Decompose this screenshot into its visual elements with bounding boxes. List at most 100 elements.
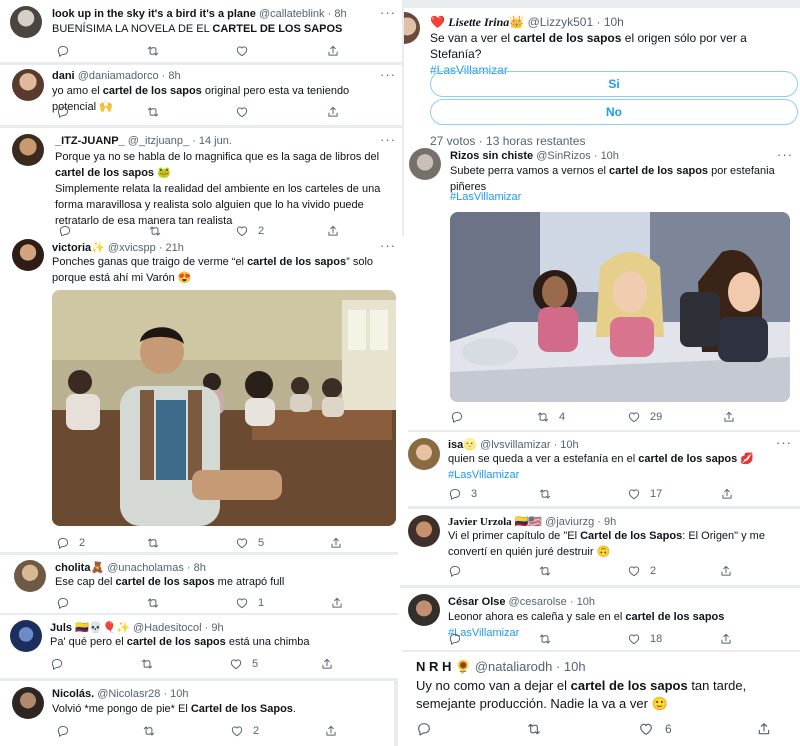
retweet-button[interactable] [146,43,169,59]
like-button[interactable]: 6 [638,721,672,737]
author-name[interactable]: cholita [55,562,90,574]
tweet-card[interactable]: Nicolás. @Nicolasr28 · 10h Volvió *me po… [0,681,394,746]
avatar[interactable] [10,6,42,38]
more-icon[interactable]: ··· [776,435,792,450]
reply-button[interactable] [56,104,79,120]
avatar[interactable] [12,69,44,101]
poll-option-si[interactable]: Si [430,71,798,97]
retweet-button[interactable] [538,563,561,579]
avatar[interactable] [12,134,44,166]
hashtag-link[interactable]: #LasVillamizar [448,469,519,481]
tweet-card[interactable]: look up in the sky it's a bird it's a pl… [0,0,402,62]
share-button[interactable] [722,409,745,425]
like-button[interactable]: 5 [229,656,258,672]
tweet-card[interactable]: isa🌝 @lvsvillamizar · 10h ··· quien se q… [398,432,800,506]
author-name[interactable]: Lisette Irina [448,15,509,29]
more-icon[interactable]: ··· [380,5,396,20]
avatar[interactable] [409,148,441,180]
tweet-image[interactable] [52,290,396,526]
retweet-button[interactable] [146,104,169,120]
author-handle[interactable]: @unacholamas [107,562,184,574]
tweet-time[interactable]: 10h [604,15,624,29]
author-name[interactable]: Rizos sin chiste [450,150,533,162]
tweet-time[interactable]: 10h [170,688,188,700]
tweet-time[interactable]: 8h [194,562,206,574]
author-name[interactable]: Javier Urzola [448,516,512,528]
retweet-button[interactable] [526,721,553,737]
tweet-card[interactable]: Rizos sin chiste @SinRizos · 10h ··· Sub… [404,146,800,430]
author-handle[interactable]: @SinRizos [536,150,591,162]
author-handle[interactable]: @daniamadorco [78,70,159,82]
share-button[interactable] [330,595,353,611]
retweet-button[interactable]: 4 [536,409,565,425]
more-icon[interactable]: ··· [380,238,396,253]
tweet-time[interactable]: 10h [560,439,578,451]
share-button[interactable] [326,43,349,59]
share-button[interactable] [324,723,347,739]
avatar[interactable] [408,438,440,470]
retweet-button[interactable] [142,723,165,739]
tweet-card[interactable]: César Olse @cesarolse · 10h Leonor ahora… [398,588,800,650]
retweet-button[interactable] [146,595,169,611]
author-handle[interactable]: @xvicspp [108,242,156,254]
author-handle[interactable]: @cesarolse [509,596,567,608]
like-button[interactable]: 17 [627,486,662,502]
tweet-time[interactable]: 10h [564,659,586,674]
more-icon[interactable]: ··· [777,147,793,162]
tweet-time[interactable]: 9h [604,516,616,528]
poll-tweet-card[interactable]: ❤️ Lisette Irina👑 @Lizzyk501 · 10h Se va… [404,8,800,146]
author-name[interactable]: victoria [52,242,91,254]
like-button[interactable]: 2 [230,723,259,739]
avatar[interactable] [404,12,420,44]
reply-button[interactable] [56,595,79,611]
share-button[interactable] [326,104,349,120]
tweet-card[interactable]: Javier Urzola 🇨🇴🇺🇸 @javiurzg · 9h Vi el … [398,509,800,585]
tweet-card[interactable]: Juls 🇨🇴💀🎈✨ @Hadesitocol · 9h Pa' qué per… [0,615,402,678]
reply-button[interactable]: 2 [56,535,85,551]
author-name[interactable]: N R H [416,659,451,674]
author-handle[interactable]: @Hadesitocol [133,622,202,634]
author-handle[interactable]: @callateblink [259,8,325,20]
author-name[interactable]: look up in the sky it's a bird it's a pl… [52,8,256,20]
tweet-time[interactable]: 10h [601,150,619,162]
like-button[interactable] [235,104,258,120]
tweet-card[interactable]: _ITZ-JUANP_ @_itzjuanp_ · 14 jun. ··· Po… [0,128,402,240]
like-button[interactable]: 2 [627,563,656,579]
author-handle[interactable]: @javiurzg [545,516,594,528]
author-name[interactable]: Juls [50,622,72,634]
reply-button[interactable] [416,721,443,737]
avatar[interactable] [408,515,440,547]
share-button[interactable] [320,656,343,672]
like-button[interactable]: 5 [235,535,264,551]
author-handle[interactable]: @Lizzyk501 [528,15,594,29]
like-button[interactable] [235,43,258,59]
tweet-time[interactable]: 8h [168,70,180,82]
tweet-card[interactable]: cholita🧸 @unacholamas · 8h Ese cap del c… [0,555,400,613]
author-name[interactable]: César Olse [448,596,505,608]
author-handle[interactable]: @Nicolasr28 [97,688,160,700]
retweet-button[interactable] [538,631,561,647]
retweet-button[interactable] [538,486,561,502]
reply-button[interactable] [448,563,471,579]
tweet-time[interactable]: 21h [166,242,184,254]
tweet-image[interactable] [450,212,790,402]
reply-button[interactable] [448,631,471,647]
reply-button[interactable] [56,723,79,739]
author-handle[interactable]: @lvsvillamizar [480,439,550,451]
tweet-time[interactable]: 8h [334,8,346,20]
avatar[interactable] [14,560,46,592]
share-button[interactable] [329,535,352,551]
poll-option-no[interactable]: No [430,99,798,125]
avatar[interactable] [408,594,440,626]
reply-button[interactable] [450,409,473,425]
like-button[interactable]: 29 [627,409,662,425]
tweet-time[interactable]: 9h [211,622,223,634]
hashtag-link[interactable]: #LasVillamizar [450,191,521,203]
author-handle[interactable]: @_itzjuanp_ [128,135,189,147]
share-button[interactable] [719,563,742,579]
tweet-time[interactable]: 10h [577,596,595,608]
tweet-card[interactable]: victoria✨ @xvicspp · 21h ··· Ponches gan… [0,236,408,552]
author-name[interactable]: dani [52,70,75,82]
share-button[interactable] [720,486,743,502]
author-name[interactable]: isa [448,439,463,451]
